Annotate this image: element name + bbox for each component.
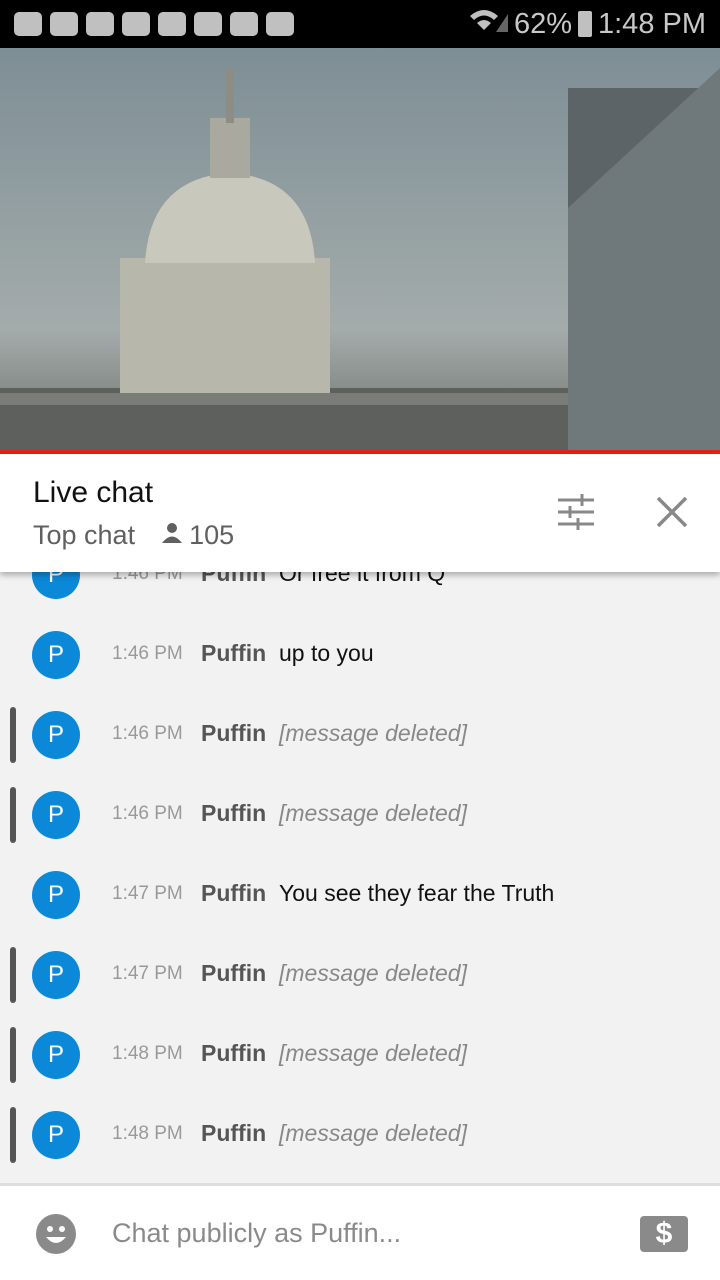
avatar[interactable]: P: [32, 1031, 80, 1079]
chat-mode-selector[interactable]: Top chat: [33, 520, 135, 551]
deleted-marker: [10, 1107, 16, 1163]
crown-icon: [158, 12, 186, 36]
message-author[interactable]: Puffin: [201, 720, 266, 747]
youtube-icon: [122, 12, 150, 36]
avatar[interactable]: P: [32, 711, 80, 759]
chat-message[interactable]: P 1:46 PM Puffin [message deleted]: [0, 775, 720, 855]
message-time: 1:48 PM: [112, 1123, 183, 1144]
sliders-icon: [558, 494, 594, 530]
deleted-marker: [10, 947, 16, 1003]
person-icon: [161, 520, 183, 551]
message-time: 1:46 PM: [112, 723, 183, 744]
chat-input-bar: Chat publicly as Puffin... $: [0, 1183, 720, 1280]
deleted-marker: [10, 707, 16, 763]
avatar[interactable]: P: [32, 951, 80, 999]
chat-message[interactable]: P 1:46 PM Puffin [message deleted]: [0, 695, 720, 775]
battery-icon: [578, 11, 592, 37]
message-time: 1:46 PM: [112, 643, 183, 664]
message-text: [message deleted]: [279, 720, 467, 746]
message-text: [message deleted]: [279, 800, 467, 826]
avatar[interactable]: P: [32, 1111, 80, 1159]
message-author[interactable]: Puffin: [201, 1120, 266, 1147]
smiley-icon: [46, 1226, 66, 1243]
filter-settings-button[interactable]: [556, 492, 596, 532]
avatar[interactable]: P: [32, 631, 80, 679]
clock: 1:48 PM: [598, 7, 706, 40]
message-time: 1:48 PM: [112, 1043, 183, 1064]
video-player[interactable]: [0, 48, 720, 450]
avatar[interactable]: P: [32, 871, 80, 919]
wifi-icon: [468, 6, 508, 42]
message-text: up to you: [279, 640, 374, 666]
message-author[interactable]: Puffin: [201, 960, 266, 987]
dollar-icon: $: [655, 1217, 673, 1250]
chat-message[interactable]: P 1:46 PM Puffin up to you: [0, 615, 720, 695]
status-bar: 62% 1:48 PM: [0, 0, 720, 48]
emoji-button[interactable]: [36, 1214, 76, 1254]
close-chat-button[interactable]: [652, 492, 692, 532]
chat-message[interactable]: P 1:47 PM Puffin You see they fear the Trut…: [0, 855, 720, 935]
message-author[interactable]: Puffin: [201, 1040, 266, 1067]
chat-message[interactable]: P 1:48 PM Puffin [message deleted]: [0, 1015, 720, 1095]
chat-header: Live chat Top chat 105: [0, 454, 720, 572]
message-time: 1:47 PM: [112, 883, 183, 904]
message-author[interactable]: Puffin: [201, 640, 266, 667]
message-author[interactable]: Puffin: [201, 880, 266, 907]
message-icon: [50, 12, 78, 36]
message-text: [message deleted]: [279, 1120, 467, 1146]
deleted-marker: [10, 787, 16, 843]
image-icon: [266, 12, 294, 36]
close-icon: [656, 496, 688, 528]
deleted-marker: [10, 1027, 16, 1083]
super-chat-button[interactable]: $: [640, 1216, 688, 1252]
avatar[interactable]: P: [32, 791, 80, 839]
message-text: [message deleted]: [279, 1040, 467, 1066]
message-author[interactable]: Puffin: [201, 800, 266, 827]
message-text: You see they fear the Truth: [279, 880, 555, 906]
chat-title: Live chat: [33, 476, 154, 509]
youtube-icon: [86, 12, 114, 36]
chat-message-list[interactable]: P 1:46 PM Puffin Or free it from Q P 1:46 PM P…: [0, 535, 720, 1175]
message-text: [message deleted]: [279, 960, 467, 986]
folder-icon: [230, 12, 258, 36]
m-app-icon: [194, 12, 222, 36]
viewer-count: 105: [189, 520, 235, 550]
chat-message[interactable]: P 1:47 PM Puffin [message deleted]: [0, 935, 720, 1015]
message-time: 1:46 PM: [112, 803, 183, 824]
chat-message[interactable]: P 1:48 PM Puffin [message deleted]: [0, 1095, 720, 1175]
chat-input[interactable]: Chat publicly as Puffin...: [112, 1218, 401, 1249]
battery-percent: 62%: [513, 7, 572, 40]
message-time: 1:47 PM: [112, 963, 183, 984]
video-frame: [0, 68, 720, 450]
youtube-icon: [14, 12, 42, 36]
